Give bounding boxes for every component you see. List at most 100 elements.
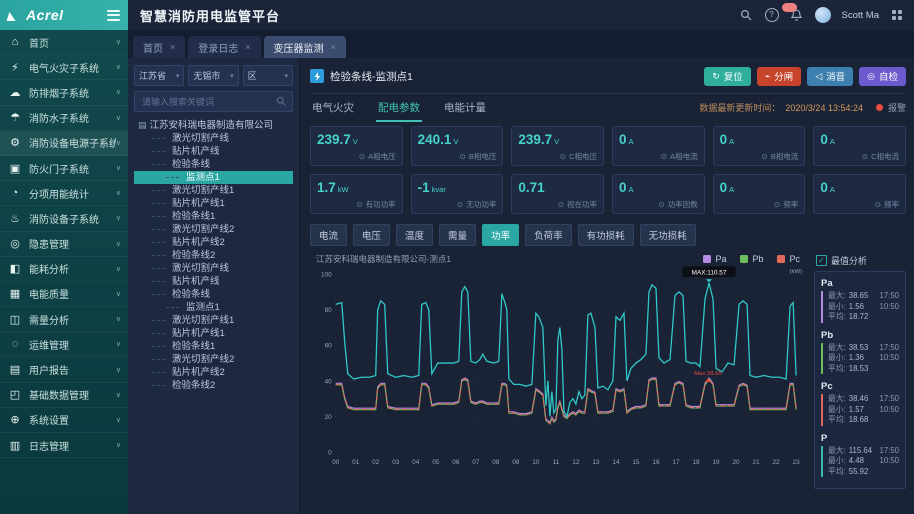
chart-type-chip[interactable]: 负荷率	[525, 224, 572, 246]
trip-button[interactable]: ⌁ 分闸	[756, 66, 802, 86]
document-tab[interactable]: 登录日志 ×	[188, 36, 261, 58]
legend-item[interactable]: Pa	[703, 254, 726, 264]
close-icon[interactable]: ×	[170, 42, 175, 52]
legend-item[interactable]: Pb	[740, 254, 763, 264]
parameter-tab[interactable]: 配电参数	[376, 94, 422, 122]
sidebar-item[interactable]: ◎ 隐患管理 ∨	[0, 232, 128, 257]
smoke-icon: ☁	[9, 86, 21, 99]
tree-node[interactable]: 激光切割产线	[134, 132, 293, 145]
sidebar-item[interactable]: ⊕ 系统设置 ∨	[0, 408, 128, 433]
extremes-group: Pb 最大: 38.53 17:50 最小: 1.36 10:50 平均: 18…	[821, 330, 899, 374]
tree-branch-line	[152, 164, 165, 165]
tree-node[interactable]: 监测点1	[134, 171, 293, 184]
mute-button[interactable]: ◁ 消音	[807, 66, 854, 86]
tree-branch-line	[152, 138, 165, 139]
close-icon[interactable]: ×	[245, 42, 250, 52]
metric-label: 无功功率	[466, 200, 497, 209]
tree-node[interactable]: 激光切割产线	[134, 262, 293, 275]
tree-node[interactable]: 激光切割产线1	[134, 184, 293, 197]
metric-label: 频率	[783, 200, 799, 209]
tree-node[interactable]: 监测点1	[134, 301, 293, 314]
chart-type-chip[interactable]: 电压	[353, 224, 391, 246]
tree-node[interactable]: 检验条线	[134, 158, 293, 171]
caret-down-icon: ▾	[175, 72, 180, 80]
parameter-tab[interactable]: 电能计量	[442, 94, 488, 122]
sidebar-item-label: 系统设置	[29, 416, 69, 428]
chart-type-chip[interactable]: 有功损耗	[577, 224, 634, 246]
district-select[interactable]: 区 ▾	[242, 65, 293, 86]
sidebar-item[interactable]: ⌂ 首页 ∨	[0, 30, 128, 56]
metric-card: 0A ⊙ C相电流	[813, 126, 906, 166]
sidebar-item[interactable]: ◌ 运维管理 ∨	[0, 332, 128, 358]
chart-type-chip[interactable]: 无功损耗	[639, 224, 696, 246]
gauge-icon: ⊙	[457, 200, 464, 209]
chart-type-chip[interactable]: 电流	[310, 224, 348, 246]
base-data-icon: ◰	[9, 389, 21, 402]
document-tab[interactable]: 首页 ×	[133, 36, 186, 58]
svg-text:00: 00	[332, 459, 340, 466]
search-icon[interactable]	[740, 8, 754, 22]
tree-node-label: 激光切割产线	[172, 133, 230, 144]
tree-node[interactable]: 贴片机产线2	[134, 236, 293, 249]
tree-node[interactable]: 贴片机产线	[134, 145, 293, 158]
sidebar-item[interactable]: ⚙ 消防设备电源子系统 ∨	[0, 130, 128, 156]
tree-branch-line	[152, 333, 165, 334]
reset-button[interactable]: ↻ 复位	[704, 66, 751, 86]
tree-node[interactable]: 激光切割产线2	[134, 223, 293, 236]
tree-node[interactable]: 检验条线2	[134, 379, 293, 392]
help-icon[interactable]: ?	[764, 8, 779, 22]
sidebar-item[interactable]: ▤ 用户报告 ∨	[0, 357, 128, 383]
svg-text:06: 06	[452, 459, 460, 466]
sidebar-item[interactable]: ☂ 消防水子系统 ∨	[0, 106, 128, 131]
chart-type-chip[interactable]: 需量	[439, 224, 477, 246]
sidebar-item[interactable]: ♨ 消防设备子系统 ∨	[0, 206, 128, 232]
tree-node[interactable]: 检验条线2	[134, 249, 293, 262]
self-check-button[interactable]: ◎ 自检	[859, 66, 906, 86]
tree-node[interactable]: 检验条线	[134, 288, 293, 301]
sidebar-item[interactable]: ▦ 电能质量 ∨	[0, 282, 128, 308]
tree-branch-line	[152, 255, 165, 256]
sidebar-item[interactable]: ☁ 防排烟子系统 ∨	[0, 80, 128, 106]
legend-item[interactable]: Pc	[777, 254, 800, 264]
gauge-icon: ⊙	[660, 152, 668, 161]
search-icon[interactable]	[276, 96, 287, 107]
avg-value: 55.92	[848, 466, 869, 476]
city-select[interactable]: 无锡市 ▾	[188, 65, 239, 86]
province-select[interactable]: 江苏省 ▾	[134, 65, 185, 86]
update-info: 数据最新更新时间： 2020/3/24 13:54:24 报警	[699, 101, 906, 114]
fire-equipment-icon: ♨	[10, 212, 20, 225]
tree-node[interactable]: 激光切割产线2	[134, 353, 293, 366]
tree-node[interactable]: 贴片机产线1	[134, 327, 293, 340]
max-time: 17:50	[879, 291, 899, 300]
sidebar-item[interactable]: ▣ 防火门子系统 ∨	[0, 156, 128, 182]
tree-node[interactable]: 激光切割产线1	[134, 314, 293, 327]
close-icon[interactable]: ×	[331, 42, 336, 52]
apps-grid-icon[interactable]	[890, 8, 904, 22]
tree-node[interactable]: 检验条线1	[134, 340, 293, 353]
gauge-icon: ⊙	[358, 152, 366, 161]
avatar[interactable]	[814, 7, 831, 23]
user-name[interactable]: Scott Ma	[842, 10, 880, 21]
tree-search-input[interactable]	[140, 95, 276, 108]
parameter-tab[interactable]: 电气火灾	[310, 94, 356, 122]
notification-bell-icon[interactable]	[781, 3, 804, 22]
tree-node[interactable]: 检验条线1	[134, 210, 293, 223]
tree-node[interactable]: 贴片机产线1	[134, 197, 293, 210]
chart-section: 江苏安科瑞电器制造有限公司-测点1 Pa Pb Pc (kW) 00 01 02…	[310, 250, 906, 489]
tree-node[interactable]: ▤ 江苏安科瑞电器制造有限公司	[134, 119, 293, 132]
sidebar-item[interactable]: ◰ 基础数据管理 ∨	[0, 383, 128, 408]
sidebar-item[interactable]: ▥ 日志管理 ∨	[0, 433, 128, 459]
sidebar-collapse-icon[interactable]	[107, 9, 120, 21]
sidebar-item[interactable]: ◔ 分项用能统计 ∨	[0, 181, 128, 207]
sidebar-item[interactable]: ◧ 能耗分析 ∨	[0, 257, 128, 282]
tree-node[interactable]: 贴片机产线	[134, 275, 293, 288]
tree-node[interactable]: 贴片机产线2	[134, 366, 293, 379]
metric-label: A相电压	[368, 152, 396, 161]
extremes-checkbox[interactable]: ✓ 最值分析	[816, 254, 906, 267]
sidebar-item[interactable]: ◫ 需量分析 ∨	[0, 307, 128, 333]
chart-type-chip[interactable]: 温度	[396, 224, 434, 246]
update-time-label: 数据最新更新时间：	[699, 103, 781, 113]
sidebar-item[interactable]: ⚡ 电气火灾子系统 ∨	[0, 55, 128, 81]
chart-type-chip[interactable]: 功率	[482, 224, 520, 246]
document-tab[interactable]: 变压器监测 ×	[263, 36, 346, 58]
